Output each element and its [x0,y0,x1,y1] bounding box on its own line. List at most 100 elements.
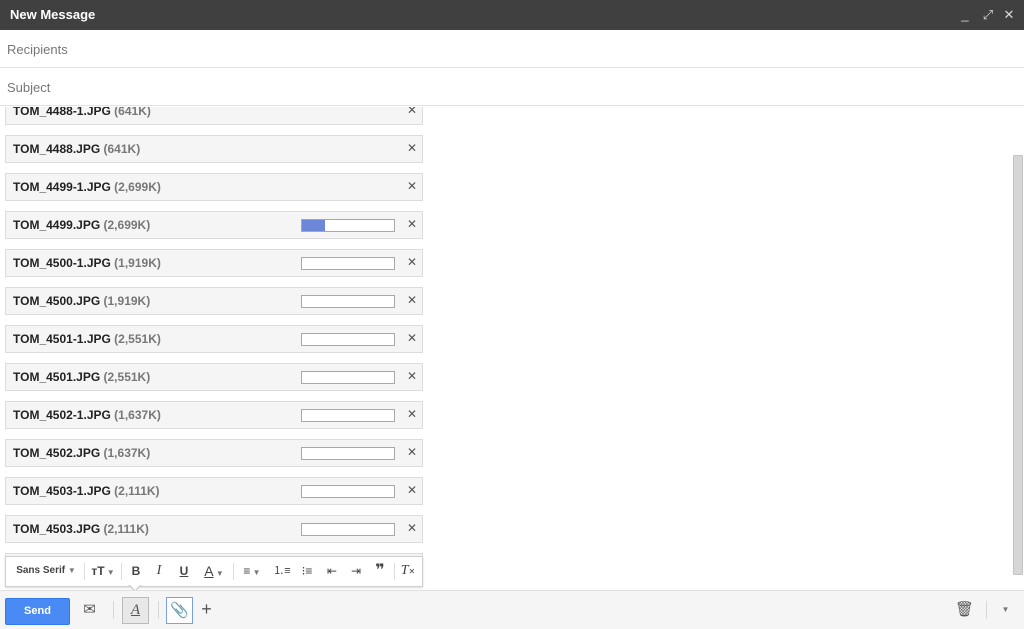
upload-progress-bar [301,409,395,422]
send-button[interactable]: Send [5,598,70,625]
text-color-button[interactable]: A ▼ [199,561,229,581]
close-icon[interactable]: ✕ [999,4,1019,26]
remove-attachment-icon[interactable]: ✕ [406,521,418,535]
subject-field [0,68,1024,106]
attachment-item: TOM_4499.JPG (2,699K) ✕ [5,211,423,239]
scrollbar[interactable] [1013,155,1023,575]
attachment-filename: TOM_4502-1.JPG [13,408,111,422]
remove-attachment-icon[interactable]: ✕ [406,293,418,307]
remove-attachment-icon[interactable]: ✕ [406,217,418,231]
attachment-filename: TOM_4500.JPG [13,294,101,308]
attachment-name[interactable]: TOM_4503-1.JPG (2,111K) [13,484,160,498]
remove-attachment-icon[interactable]: ✕ [406,483,418,497]
attachment-item: TOM_4500-1.JPG (1,919K) ✕ [5,249,423,277]
indent-less-icon[interactable]: ⇤ [322,561,342,581]
remove-attachment-icon[interactable]: ✕ [406,107,418,117]
attachment-name[interactable]: TOM_4500.JPG (1,919K) [13,294,150,308]
attachment-name[interactable]: TOM_4488.JPG (641K) [13,142,140,156]
more-options-icon[interactable]: + [194,597,219,622]
formatting-options-icon[interactable]: A [122,597,149,624]
message-body[interactable]: TOM_4488-1.JPG (641K) ✕ TOM_4488.JPG (641K… [0,107,1024,589]
italic-button[interactable]: I [149,561,169,581]
recipients-input[interactable] [7,39,1007,59]
attachment-name[interactable]: TOM_4499.JPG (2,699K) [13,218,150,232]
attachment-size: (641K) [103,142,141,156]
attachment-size: (2,699K) [103,218,151,232]
footer-divider [986,601,987,619]
attachment-size: (1,637K) [103,446,151,460]
confidential-mode-icon[interactable]: ✉ [77,597,102,622]
font-size-icon[interactable]: тT ▼ [88,561,118,581]
chevron-down-icon[interactable]: ▼ [993,597,1018,622]
formatting-toolbar: Sans Serif ▼ тT ▼ B I U A ▼ ≡ ▼ ⒈≡ ⁝≡ ⇤ … [5,556,423,587]
remove-attachment-icon[interactable]: ✕ [406,255,418,269]
attachment-size: (2,551K) [114,332,161,346]
attach-file-icon[interactable]: 📎 [166,597,193,624]
attachment-name[interactable]: TOM_4499-1.JPG (2,699K) [13,180,161,194]
text-color-icon: A [204,563,214,579]
indent-more-icon[interactable]: ⇥ [346,561,366,581]
attachment-name[interactable]: TOM_4501.JPG (2,551K) [13,370,150,384]
attachment-name[interactable]: TOM_4501-1.JPG (2,551K) [13,332,161,346]
chevron-down-icon: ▼ [213,569,224,578]
attachment-name[interactable]: TOM_4500-1.JPG (1,919K) [13,256,161,270]
attachment-size: (1,919K) [114,256,161,270]
compose-footer: Send ✉ A 📎 + 🗑 ▼ [0,590,1024,629]
upload-progress-bar [301,219,395,232]
attachment-name[interactable]: TOM_4502-1.JPG (1,637K) [13,408,161,422]
attachment-filename: TOM_4503-1.JPG [13,484,111,498]
upload-progress-bar [301,485,395,498]
attachment-filename: TOM_4500-1.JPG [13,256,111,270]
attachment-name[interactable]: TOM_4503.JPG (2,111K) [13,522,149,536]
remove-attachment-icon[interactable]: ✕ [406,331,418,345]
bold-button[interactable]: B [126,561,146,581]
upload-progress-bar [301,333,395,346]
attachment-size: (2,551K) [103,370,151,384]
upload-progress-bar [301,447,395,460]
upload-progress-fill [302,220,325,231]
attachment-size: (1,637K) [114,408,161,422]
attachment-size: (1,919K) [103,294,151,308]
attachment-item: TOM_4503-1.JPG (2,111K) ✕ [5,477,423,505]
minimize-icon[interactable]: _ [955,4,975,26]
remove-attachment-icon[interactable]: ✕ [406,445,418,459]
upload-progress-bar [301,295,395,308]
attachment-item: TOM_4502-1.JPG (1,637K) ✕ [5,401,423,429]
remove-attachment-icon[interactable]: ✕ [406,141,418,155]
trash-icon[interactable]: 🗑 [952,597,977,622]
upload-progress-bar [301,371,395,384]
attachment-name[interactable]: TOM_4502.JPG (1,637K) [13,446,150,460]
attachment-name[interactable]: TOM_4488-1.JPG (641K) [13,107,151,118]
underline-button[interactable]: U [174,561,194,581]
attachment-filename: TOM_4502.JPG [13,446,101,460]
subject-input[interactable] [7,77,1007,97]
bulleted-list-icon[interactable]: ⁝≡ [297,561,317,581]
attachment-item: TOM_4488-1.JPG (641K) ✕ [5,107,423,125]
attachment-filename: TOM_4488.JPG [13,142,101,156]
footer-divider [158,601,159,619]
font-family-label: Sans Serif [16,565,66,576]
attachment-filename: TOM_4499-1.JPG [13,180,111,194]
numbered-list-icon[interactable]: ⒈≡ [272,561,292,581]
toolbar-divider [84,563,85,580]
attachment-size: (2,111K) [103,522,149,536]
remove-formatting-icon[interactable]: T✕ [398,561,418,581]
attachment-list: TOM_4488-1.JPG (641K) ✕ TOM_4488.JPG (641K… [5,107,423,589]
expand-icon[interactable]: ⤢ [978,4,998,26]
attachment-item: TOM_4488.JPG (641K) ✕ [5,135,423,163]
compose-titlebar[interactable]: New Message _ ⤢ ✕ [0,0,1024,30]
remove-attachment-icon[interactable]: ✕ [406,369,418,383]
font-family-select[interactable]: Sans Serif ▼ [11,561,81,581]
remove-attachment-icon[interactable]: ✕ [406,179,418,193]
chevron-down-icon: ▼ [104,568,115,577]
remove-attachment-icon[interactable]: ✕ [406,407,418,421]
upload-progress-bar [301,257,395,270]
attachment-item: TOM_4502.JPG (1,637K) ✕ [5,439,423,467]
quote-icon[interactable]: ❞ [370,561,390,581]
attachment-filename: TOM_4488-1.JPG [13,107,111,118]
align-button[interactable]: ≡ ▼ [237,561,267,581]
attachment-item: TOM_4503.JPG (2,111K) ✕ [5,515,423,543]
toolbar-divider [233,563,234,580]
attachment-item: TOM_4500.JPG (1,919K) ✕ [5,287,423,315]
attachment-item: TOM_4499-1.JPG (2,699K) ✕ [5,173,423,201]
